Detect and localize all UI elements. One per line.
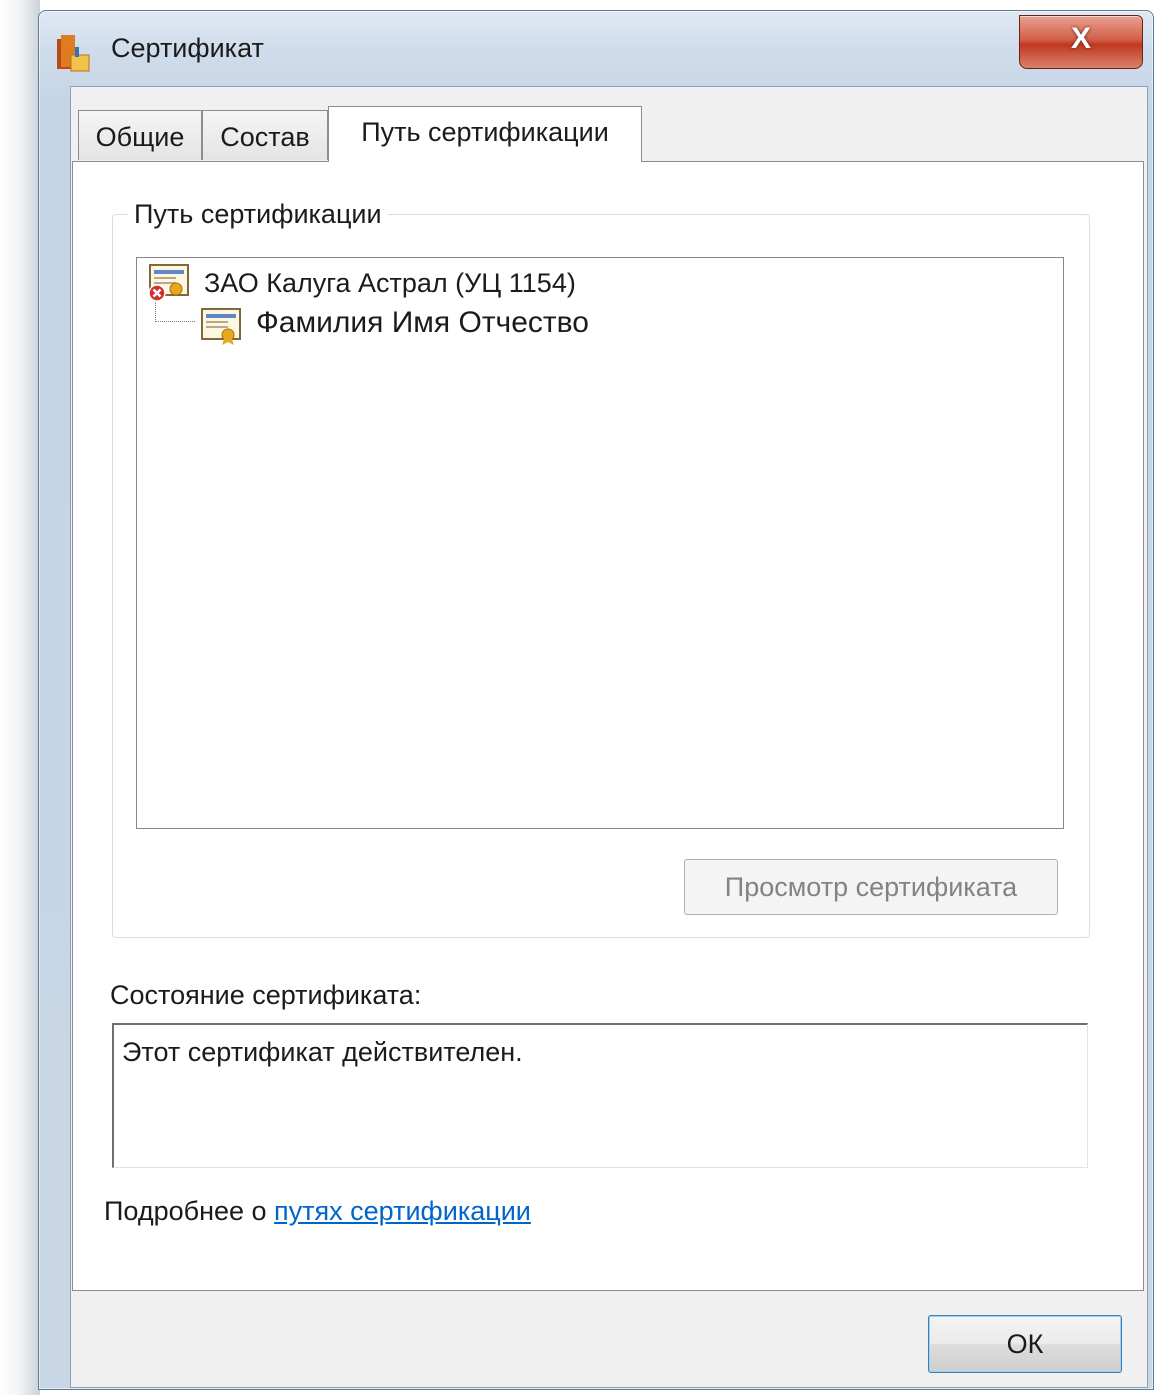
certification-path-help-link[interactable]: путях сертификации (274, 1196, 531, 1226)
certificate-status-box[interactable]: Этот сертификат действителен. (112, 1023, 1088, 1168)
certificate-status-label: Состояние сертификата: (110, 980, 422, 1010)
certificate-app-icon (57, 35, 90, 72)
tab-details[interactable]: Состав (202, 110, 328, 160)
certificate-status-text: Этот сертификат действителен. (122, 1037, 523, 1067)
tree-node-root-ca[interactable]: ЗАО Калуга Астрал (УЦ 1154) (204, 268, 576, 299)
screen: Сертификат X Общие Состав Путь сертифика… (0, 0, 1164, 1395)
view-certificate-button[interactable]: Просмотр сертификата (684, 859, 1058, 915)
more-info-line: Подробнее о путях сертификации (104, 1196, 531, 1227)
certificate-icon (201, 308, 241, 345)
close-button[interactable]: X (1019, 15, 1143, 69)
desktop-background (0, 0, 40, 1395)
tree-node-end-entity[interactable]: Фамилия Имя Отчество (256, 306, 589, 340)
title-bar[interactable]: Сертификат X (39, 11, 1153, 85)
tree-connector-vertical (155, 300, 156, 322)
window-title: Сертификат (111, 33, 264, 63)
tree-connector-horizontal (155, 321, 195, 322)
certification-path-tree[interactable] (136, 257, 1064, 829)
close-icon: X (1070, 22, 1091, 55)
tab-certification-path[interactable]: Путь сертификации (328, 106, 642, 162)
certification-path-group-label: Путь сертификации (128, 199, 388, 230)
ok-button[interactable]: ОК (928, 1315, 1122, 1373)
tab-general[interactable]: Общие (78, 110, 202, 160)
more-info-prefix: Подробнее о (104, 1196, 275, 1226)
certificate-error-icon (148, 264, 189, 302)
